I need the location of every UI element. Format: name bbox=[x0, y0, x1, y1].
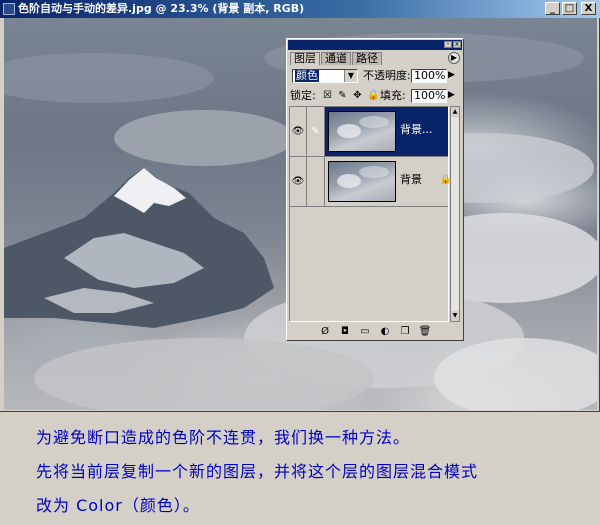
new-layer-icon[interactable]: ❐ bbox=[398, 325, 412, 339]
lock-image-icon[interactable]: ✎ bbox=[337, 90, 348, 101]
opacity-arrow-icon[interactable]: ▶ bbox=[448, 70, 455, 80]
caption-area: 为避免断口造成的色阶不连贯，我们换一种方法。 先将当前层复制一个新的图层，并将这… bbox=[0, 412, 600, 525]
layer-list: 👁 ✎ 背景... 👁 背景 🔒 bbox=[289, 106, 452, 322]
new-set-icon[interactable]: ▭ bbox=[358, 325, 372, 339]
brush-icon[interactable]: ✎ bbox=[307, 107, 325, 156]
lock-position-icon[interactable]: ✥ bbox=[352, 90, 363, 101]
lock-all-icon[interactable]: 🔒 bbox=[367, 90, 379, 101]
scroll-down-icon[interactable]: ▼ bbox=[451, 311, 459, 321]
layer-thumbnail bbox=[328, 161, 396, 202]
blend-mode-select[interactable]: 颜色 ▼ bbox=[292, 69, 358, 83]
layer-row-background[interactable]: 👁 背景 🔒 bbox=[290, 157, 452, 207]
layer-thumbnail bbox=[328, 111, 396, 152]
close-button[interactable]: X bbox=[581, 2, 596, 15]
layer-list-scrollbar[interactable]: ▲ ▼ bbox=[450, 106, 460, 322]
palette-menu-button[interactable]: ▶ bbox=[448, 52, 460, 64]
eye-icon[interactable]: 👁 bbox=[290, 107, 307, 156]
maximize-button[interactable]: □ bbox=[562, 2, 577, 15]
eye-icon[interactable]: 👁 bbox=[290, 157, 307, 206]
opacity-input[interactable]: 100% bbox=[411, 69, 447, 83]
caption-line-3: 改为 Color（颜色）。 bbox=[36, 496, 200, 515]
window-controls: _ □ X bbox=[545, 2, 596, 15]
lock-label: 锁定: bbox=[290, 89, 316, 102]
adjustment-layer-icon[interactable]: ◐ bbox=[378, 325, 392, 339]
layer-name: 背景... bbox=[400, 123, 433, 136]
opacity-label: 不透明度: bbox=[363, 69, 411, 82]
lock-transparency-icon[interactable]: ☒ bbox=[322, 90, 333, 101]
minimize-button[interactable]: _ bbox=[545, 2, 560, 15]
scroll-up-icon[interactable]: ▲ bbox=[451, 107, 459, 117]
document-titlebar[interactable]: 色阶自动与手动的差异.jpg @ 23.3% (背景 副本, RGB) _ □ … bbox=[0, 0, 600, 18]
tab-layers[interactable]: 图层 bbox=[290, 52, 320, 65]
layer-name: 背景 bbox=[400, 173, 422, 186]
tab-channels[interactable]: 通道 bbox=[321, 52, 351, 65]
fill-label: 填充: bbox=[380, 89, 406, 102]
palette-tabs: 图层 通道 路径 bbox=[290, 52, 383, 65]
caption-line-2: 先将当前层复制一个新的图层，并将这个层的图层混合模式 bbox=[36, 462, 479, 481]
caption-line-1: 为避免断口造成的色阶不连贯，我们换一种方法。 bbox=[36, 428, 411, 447]
link-slot[interactable] bbox=[307, 157, 325, 206]
fill-input[interactable]: 100% bbox=[411, 89, 447, 103]
blend-options-row: 颜色 ▼ 不透明度: 100% ▶ bbox=[290, 68, 460, 84]
lock-options: ☒ ✎ ✥ 🔒 bbox=[322, 90, 379, 101]
lock-icon: 🔒 bbox=[440, 175, 452, 185]
chevron-down-icon: ▼ bbox=[344, 70, 357, 82]
layer-row-background-copy[interactable]: 👁 ✎ 背景... bbox=[290, 107, 448, 157]
palette-bottom-toolbar: Ø ◘ ▭ ◐ ❐ 🗑 bbox=[290, 325, 460, 339]
tab-paths[interactable]: 路径 bbox=[352, 52, 382, 65]
layers-palette: - x 图层 通道 路径 ▶ 颜色 ▼ 不透明度: 100% ▶ 锁定: ☒ ✎… bbox=[286, 38, 464, 341]
palette-titlebar[interactable]: - x bbox=[288, 40, 462, 50]
document-title: 色阶自动与手动的差异.jpg @ 23.3% (背景 副本, RGB) bbox=[18, 2, 305, 15]
add-mask-icon[interactable]: ◘ bbox=[338, 325, 352, 339]
layer-style-icon[interactable]: Ø bbox=[318, 325, 332, 339]
blend-mode-value: 颜色 bbox=[295, 69, 319, 82]
lock-row: 锁定: ☒ ✎ ✥ 🔒 填充: 100% ▶ bbox=[290, 88, 460, 104]
trash-icon[interactable]: 🗑 bbox=[418, 325, 432, 339]
palette-close-button[interactable]: x bbox=[453, 41, 461, 48]
photoshop-document-icon bbox=[3, 3, 15, 15]
fill-arrow-icon[interactable]: ▶ bbox=[448, 90, 455, 100]
palette-minimize-button[interactable]: - bbox=[444, 41, 452, 48]
